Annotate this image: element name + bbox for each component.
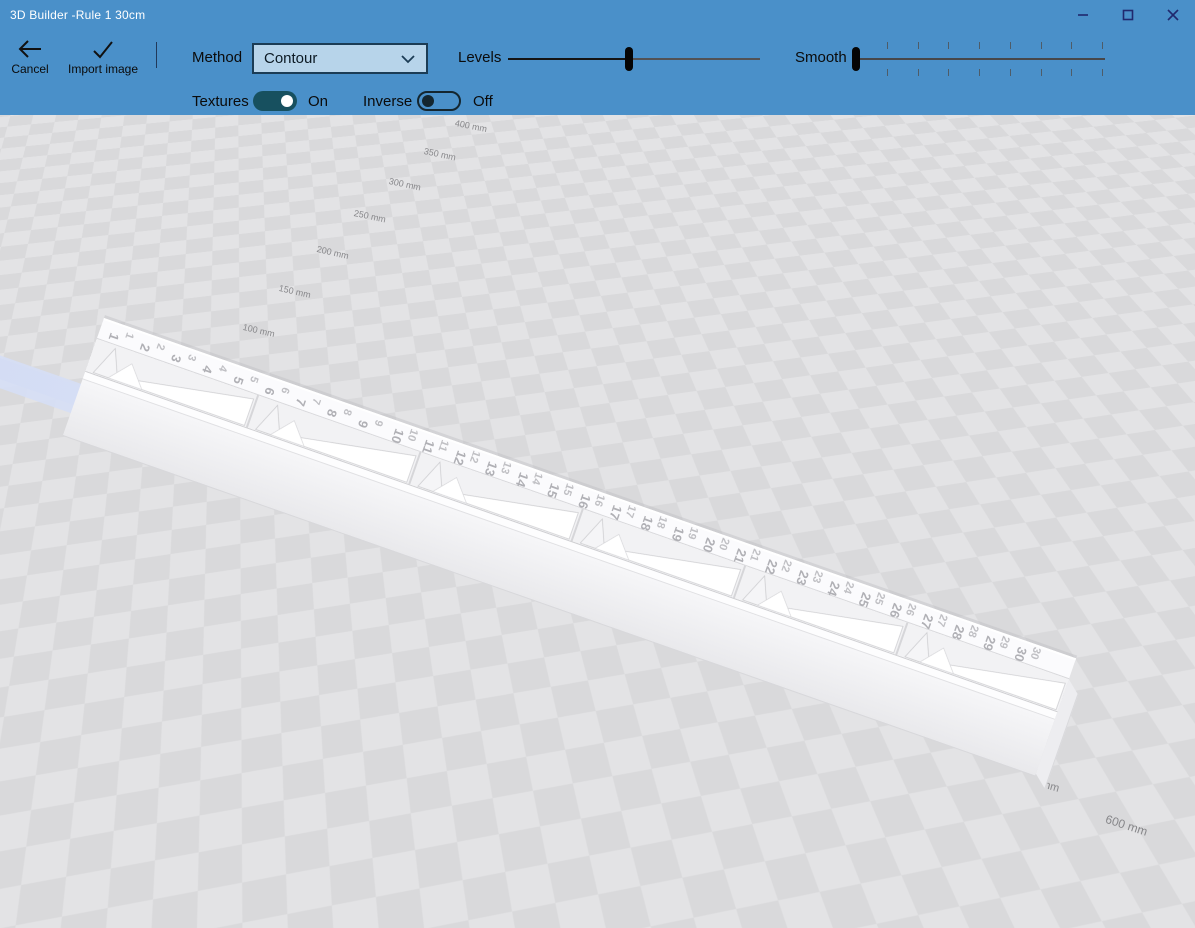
ruler-number: 2	[153, 341, 167, 352]
ruler-number: 15	[560, 481, 576, 498]
window-controls	[1060, 0, 1195, 30]
ruler-number: 2	[136, 341, 154, 354]
smooth-tick	[917, 69, 919, 76]
ruler-number: 26	[902, 601, 919, 618]
smooth-track[interactable]	[858, 58, 1105, 60]
smooth-tick	[917, 42, 919, 49]
ruler-number: 3	[184, 352, 199, 363]
smooth-tick	[979, 69, 981, 76]
smooth-tick	[887, 42, 888, 49]
app-window: 3D Builder -Rule 1 30cm Cancel Import im…	[0, 0, 1195, 928]
smooth-slider[interactable]	[852, 30, 1105, 88]
ruler-number: 19	[684, 525, 701, 541]
method-dropdown[interactable]: Contour	[252, 43, 428, 74]
toolbar-divider	[156, 42, 157, 68]
textures-label: Textures	[192, 93, 249, 110]
window-title: 3D Builder -Rule 1 30cm	[10, 8, 146, 22]
levels-label: Levels	[458, 49, 502, 66]
ruler-number: 8	[323, 407, 341, 420]
inverse-toggle[interactable]	[417, 91, 461, 111]
ruler-number: 11	[435, 438, 451, 454]
smooth-tick	[1040, 69, 1042, 76]
smooth-tick	[979, 42, 981, 49]
smooth-tick	[1071, 42, 1073, 49]
ruler-number: 4	[215, 363, 230, 374]
inverse-toggle-knob	[422, 95, 434, 107]
smooth-tick	[1071, 69, 1073, 76]
ruler-number: 16	[591, 492, 607, 509]
ruler-number: 13	[498, 459, 514, 476]
ruler-number: 25	[871, 590, 888, 607]
ruler-number: 24	[840, 579, 857, 596]
smooth-tick	[1101, 42, 1103, 49]
ruler-number: 27	[934, 612, 950, 629]
levels-track-filled[interactable]	[508, 58, 629, 60]
cancel-label: Cancel	[11, 62, 49, 76]
import-image-label: Import image	[67, 62, 139, 76]
ruler-number: 7	[292, 396, 310, 409]
cancel-button[interactable]: Cancel	[6, 38, 54, 76]
close-icon	[1166, 9, 1179, 21]
ruler-number: 14	[529, 470, 545, 487]
ruler-number: 5	[230, 374, 247, 387]
method-label: Method	[192, 49, 243, 66]
levels-slider-thumb[interactable]	[624, 47, 633, 71]
minimize-button[interactable]	[1060, 0, 1105, 30]
ruler-number: 22	[778, 558, 794, 574]
ruler-number: 17	[622, 503, 638, 520]
levels-slider[interactable]	[508, 30, 760, 88]
smooth-tick	[1009, 42, 1011, 49]
chevron-down-icon	[401, 54, 415, 63]
viewport-3d-canvas[interactable]: 100 mm 150 mm 200 mm 250 mm 300 mm 350 mm 400 …	[0, 115, 1195, 928]
textures-state: On	[308, 93, 329, 110]
ruler-number: 18	[653, 514, 670, 530]
ruler-number: 6	[278, 385, 292, 396]
textures-toggle[interactable]	[253, 91, 297, 111]
toolbar: Cancel Import image Method Contour Level…	[0, 30, 1195, 115]
checkmark-icon	[93, 41, 113, 59]
smooth-tick	[948, 69, 950, 76]
ruler-number: 20	[716, 536, 732, 552]
inverse-state: Off	[473, 93, 493, 110]
maximize-icon	[1122, 9, 1133, 21]
levels-track-empty[interactable]	[628, 58, 760, 60]
ruler-number: 8	[340, 407, 354, 418]
textures-toggle-knob	[281, 95, 293, 107]
ruler-number: 3	[167, 352, 185, 365]
ruler-number: 12	[466, 449, 483, 465]
smooth-tick	[1101, 69, 1103, 76]
smooth-slider-thumb[interactable]	[852, 47, 860, 71]
ruler-number: 9	[354, 418, 372, 430]
import-image-button[interactable]: Import image	[62, 38, 144, 76]
back-arrow-icon	[18, 40, 41, 58]
inverse-label: Inverse	[363, 93, 413, 110]
smooth-tick	[1040, 42, 1042, 49]
ruler-number: 29	[996, 634, 1012, 650]
smooth-tick	[887, 69, 888, 76]
ruler-number: 4	[199, 363, 216, 376]
minimize-icon	[1077, 14, 1088, 16]
ruler-number: 9	[371, 418, 385, 428]
smooth-label: Smooth	[795, 49, 847, 66]
ruler-number: 21	[747, 547, 763, 563]
ruler-number: 6	[261, 385, 278, 398]
ruler-number: 7	[309, 396, 323, 407]
ruler-number: 5	[246, 374, 261, 385]
close-button[interactable]	[1150, 0, 1195, 30]
maximize-button[interactable]	[1105, 0, 1150, 30]
smooth-tick	[948, 42, 950, 49]
smooth-tick	[1009, 69, 1011, 76]
ruler-number: 28	[965, 623, 981, 640]
ruler-number: 10	[404, 427, 420, 443]
ruler-number: 1	[105, 330, 123, 343]
title-bar: 3D Builder -Rule 1 30cm	[0, 0, 1195, 30]
ruler-number: 30	[1027, 645, 1043, 661]
ruler-number: 23	[809, 568, 825, 585]
method-dropdown-value: Contour	[264, 50, 318, 67]
ruler-number: 1	[122, 330, 136, 341]
